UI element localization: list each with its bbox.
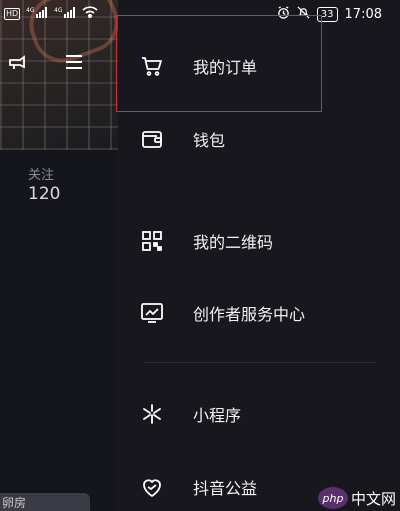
creator-chart-icon bbox=[140, 301, 164, 325]
watermark-text: 中文网 bbox=[350, 489, 396, 508]
menu-item-label: 创作者服务中心 bbox=[193, 305, 306, 324]
svg-text:4G: 4G bbox=[26, 7, 35, 14]
bottom-tab-fragment: 卵房 bbox=[0, 493, 90, 511]
follow-label: 关注 bbox=[28, 168, 55, 183]
menu-item-label: 我的二维码 bbox=[193, 233, 274, 252]
signal-icon: 4G bbox=[26, 6, 48, 22]
menu-item-creator-center[interactable]: 创作者服务中心 bbox=[118, 291, 400, 335]
profile-backdrop: 关注 120 卵房 bbox=[0, 0, 118, 511]
wifi-icon bbox=[82, 6, 98, 22]
divider bbox=[144, 362, 376, 363]
clock: 17:08 bbox=[344, 7, 382, 22]
menu-item-label: 抖音公益 bbox=[193, 479, 258, 498]
charity-heart-icon bbox=[140, 475, 164, 499]
wallet-icon bbox=[140, 127, 164, 151]
svg-text:4G: 4G bbox=[54, 7, 63, 14]
menu-icon[interactable] bbox=[60, 48, 88, 76]
watermark: php 中文网 bbox=[317, 487, 396, 509]
hd-badge: HD bbox=[4, 8, 21, 20]
menu-item-my-qr-code[interactable]: 我的二维码 bbox=[118, 219, 400, 263]
php-logo: php bbox=[317, 487, 348, 509]
mini-program-icon bbox=[140, 402, 164, 426]
qr-code-icon bbox=[140, 229, 164, 253]
menu-item-wallet[interactable]: 钱包 bbox=[118, 117, 400, 161]
signal-icon-2: 4G bbox=[54, 6, 76, 22]
follow-count[interactable]: 120 bbox=[28, 184, 60, 204]
menu-item-label: 小程序 bbox=[193, 406, 242, 425]
menu-item-label: 钱包 bbox=[193, 131, 226, 150]
menu-item-mini-program[interactable]: 小程序 bbox=[118, 392, 400, 436]
highlight-box bbox=[116, 15, 322, 112]
hand-pointer-icon[interactable] bbox=[4, 48, 32, 76]
